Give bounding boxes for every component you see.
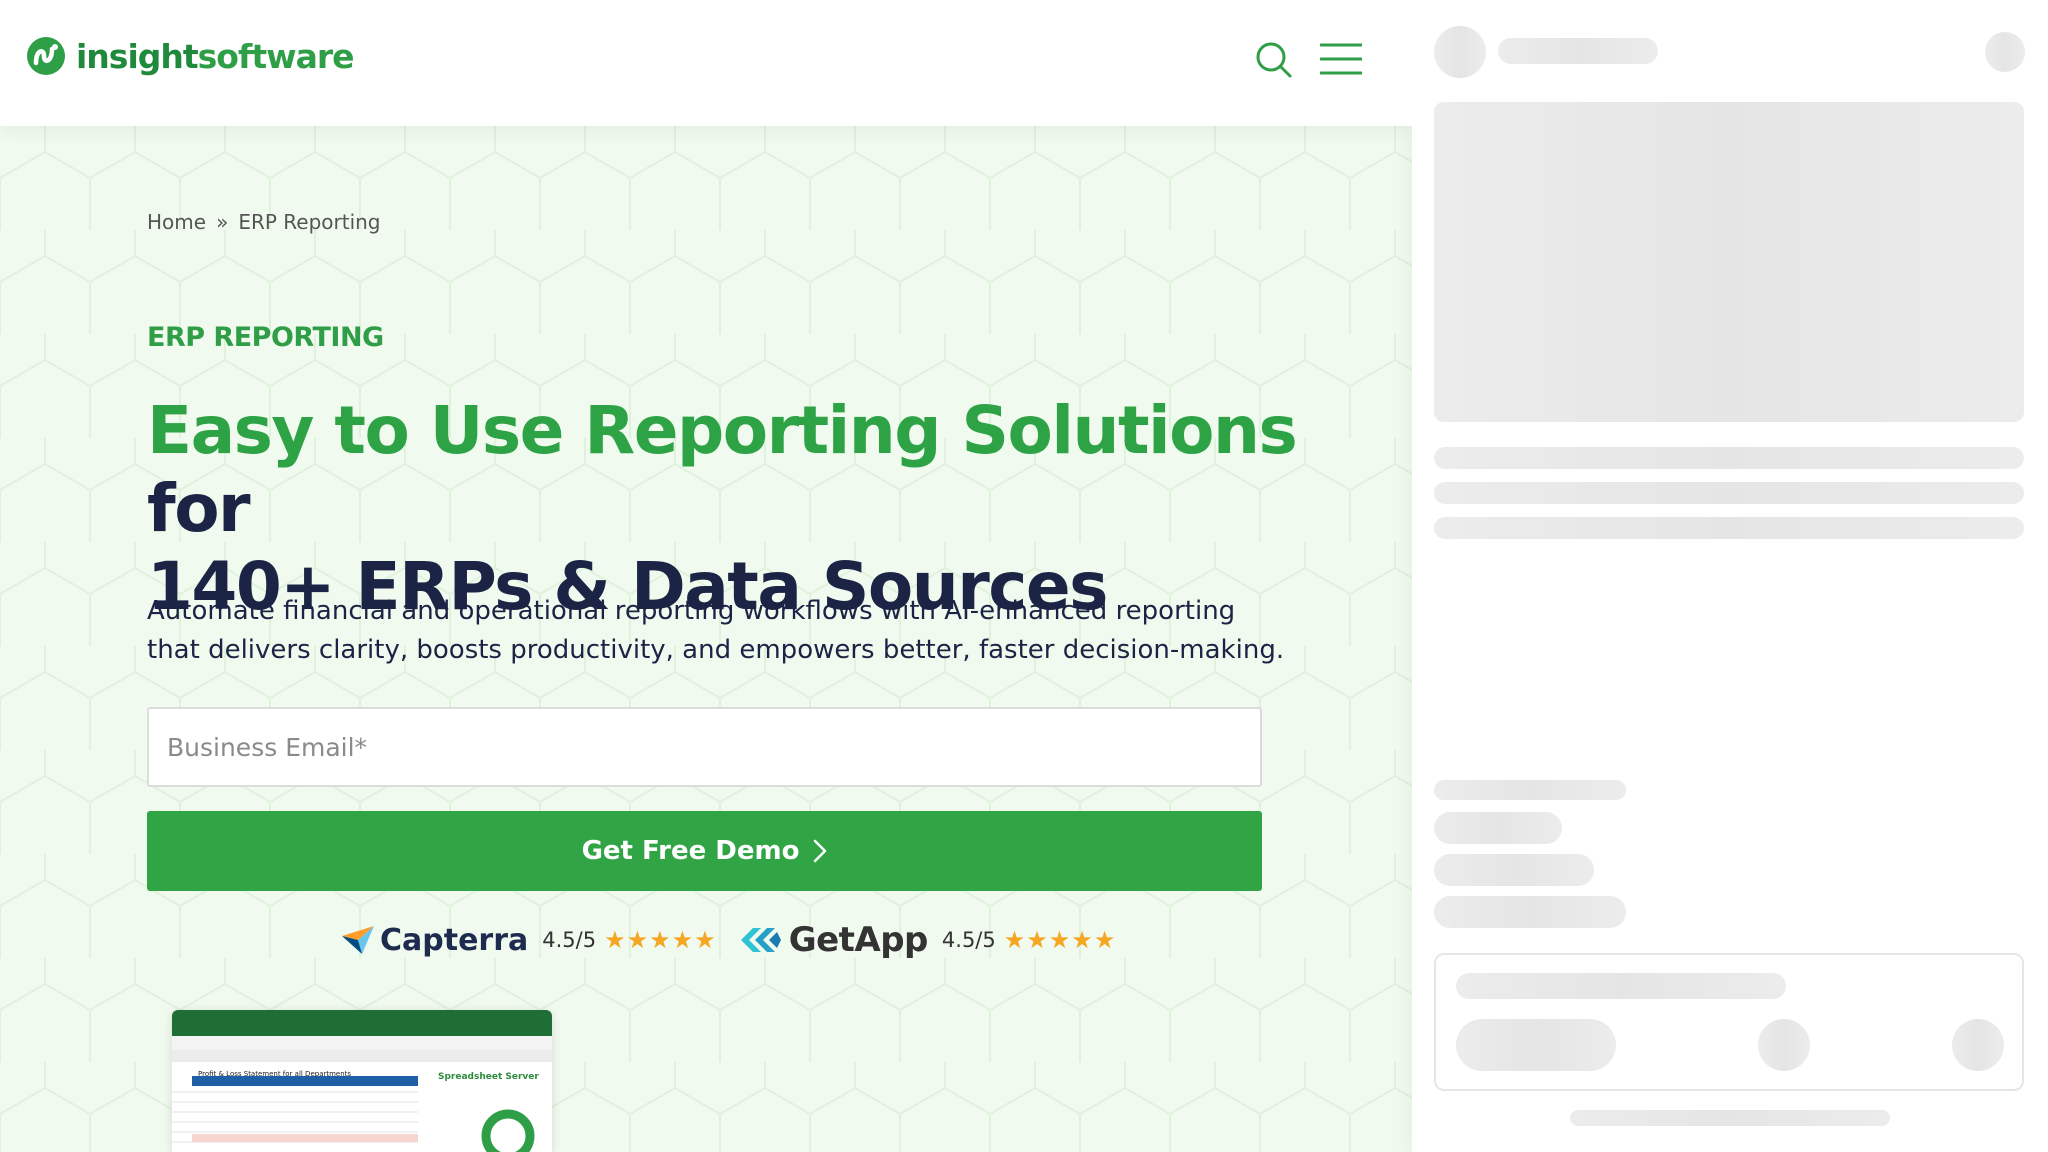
website-area: insightsoftware Home » ERP Reporting ERP… (0, 0, 1412, 1152)
capterra-name: Capterra (380, 922, 529, 958)
search-icon (1256, 42, 1292, 78)
skeleton-chip (1434, 896, 1626, 928)
sheet-title: Profit & Loss Statement for all Departme… (198, 1070, 352, 1078)
skeleton-media (1434, 102, 2024, 422)
skeleton-chip (1434, 854, 1594, 886)
skeleton-card-pill (1456, 1019, 1616, 1071)
skeleton-avatar (1434, 26, 1486, 78)
site-header: insightsoftware (0, 0, 1412, 126)
skeleton-card-dot (1758, 1019, 1810, 1071)
chevron-right-icon (814, 839, 827, 863)
spreadsheet-toolbar (172, 1010, 552, 1036)
getapp-rating[interactable]: GetApp 4.5/5 ★★★★★ (739, 920, 1117, 960)
breadcrumb-separator: » (216, 210, 229, 234)
skeleton-chip (1434, 780, 1626, 800)
menu-icon (1319, 43, 1363, 75)
lead-paragraph: Automate financial and operational repor… (147, 596, 1285, 665)
skeleton-panel (1412, 0, 2048, 1152)
getapp-icon (740, 928, 781, 952)
star-icon: ★★★★★ (604, 926, 717, 954)
skeleton-line (1434, 482, 2024, 504)
getapp-name: GetApp (788, 920, 929, 960)
menu-button[interactable] (1319, 42, 1363, 76)
getapp-score: 4.5/5 (941, 928, 996, 952)
ratings-bar: Capterra 4.5/5 ★★★★★ GetApp 4.5/5 ★★★★★ (340, 920, 1116, 960)
product-screenshot: Profit & Loss Statement for all Departme… (172, 1010, 552, 1152)
skeleton-footer (1570, 1110, 1890, 1126)
skeleton-title (1498, 38, 1658, 64)
skeleton-line (1434, 447, 2024, 469)
capterra-rating[interactable]: Capterra 4.5/5 ★★★★★ (340, 923, 717, 958)
capterra-icon (342, 926, 374, 954)
breadcrumb: Home » ERP Reporting (147, 210, 381, 234)
breadcrumb-home-link[interactable]: Home (147, 210, 206, 234)
logo-icon (27, 37, 65, 75)
title-rest: for (147, 470, 251, 547)
logo-text-part2: software (197, 36, 355, 76)
skeleton-card-title (1456, 973, 1786, 999)
skeleton-line (1434, 517, 2024, 539)
skeleton-action (1985, 32, 2025, 72)
get-free-demo-button[interactable]: Get Free Demo (147, 811, 1262, 891)
skeleton-chip (1434, 812, 1562, 844)
star-icon: ★★★★★ (1003, 926, 1117, 954)
skeleton-card (1434, 953, 2024, 1091)
business-email-input[interactable] (147, 707, 1262, 787)
logo[interactable]: insightsoftware (26, 36, 355, 76)
search-button[interactable] (1254, 40, 1294, 80)
demo-button-label: Get Free Demo (581, 836, 800, 866)
page: insightsoftware Home » ERP Reporting ERP… (0, 0, 2048, 1152)
page-title: Easy to Use Reporting Solutions for 140+ … (147, 392, 1347, 626)
title-highlight: Easy to Use Reporting Solutions (147, 392, 1298, 469)
section-eyebrow: ERP REPORTING (147, 322, 384, 353)
capterra-score: 4.5/5 (542, 928, 597, 952)
skeleton-card-dot (1952, 1019, 2004, 1071)
spreadsheet-grid (172, 1036, 552, 1152)
logo-text-part1: insight (76, 36, 199, 76)
spreadsheet-server-label: Spreadsheet Server (438, 1072, 539, 1082)
breadcrumb-current: ERP Reporting (238, 210, 381, 234)
